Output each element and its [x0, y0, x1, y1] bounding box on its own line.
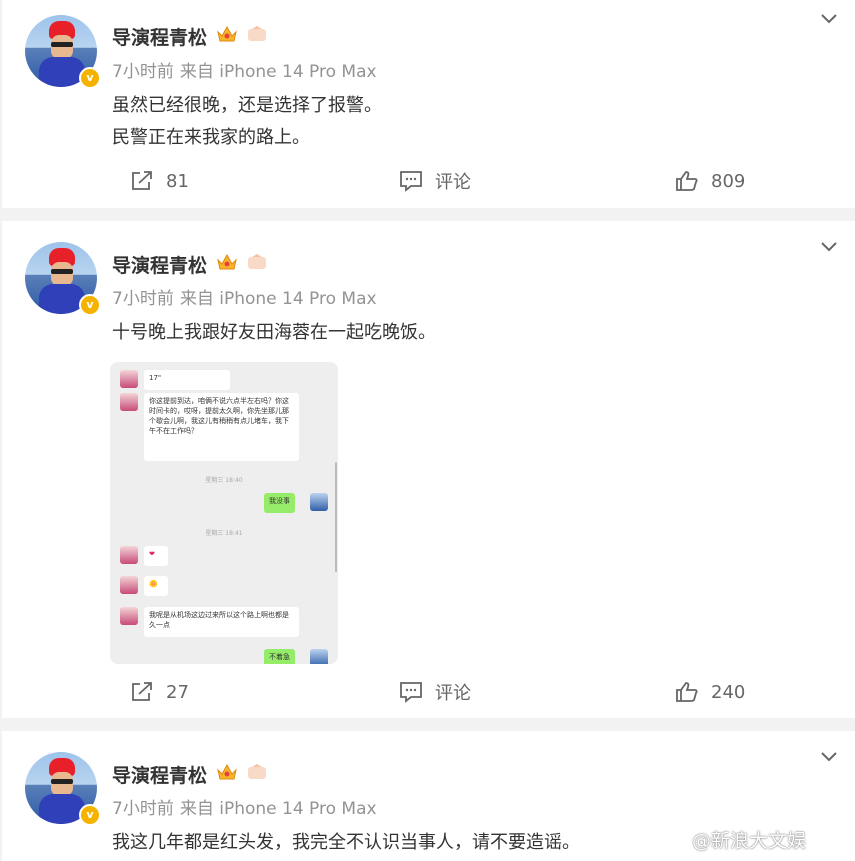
chat-reply: 我没事: [264, 493, 295, 513]
comment-icon: [400, 171, 422, 192]
post-text-line: 十号晚上我跟好友田海蓉在一起吃晚饭。: [112, 322, 436, 343]
chat-screenshot-image[interactable]: 17" 你这提前到达，咱俩不说六点半左右吗？你这时间卡的，哎呀，提前太久啊，你先…: [110, 362, 338, 664]
verified-icon: v: [79, 804, 101, 826]
post-text-line: 我这几年都是红头发，我完全不认识当事人，请不要造谣。: [112, 832, 580, 853]
like-button[interactable]: 240: [675, 677, 745, 707]
post-text-line: 民警正在来我家的路上。: [112, 127, 310, 148]
comment-label: 评论: [435, 683, 471, 704]
post-text: 十号晚上我跟好友田海蓉在一起吃晚饭。: [112, 317, 436, 349]
fan-badge-icon: [248, 764, 266, 779]
comment-button[interactable]: 评论: [399, 166, 471, 196]
repost-count: 81: [166, 170, 189, 192]
avatar[interactable]: v: [25, 15, 101, 89]
verified-icon: v: [79, 294, 101, 316]
chat-avatar: [120, 546, 138, 564]
repost-icon: [132, 682, 152, 701]
post-time[interactable]: 7小时前: [112, 289, 174, 309]
chat-avatar: [120, 393, 138, 411]
weibo-post-2: v 导演程青松 7小时前 来自 iPhone 14 Pro Max 十号晚上我跟好…: [2, 221, 855, 718]
like-icon: [676, 171, 698, 191]
flower-message: 🌼: [144, 576, 168, 596]
post-text: 虽然已经很晚，还是选择了报警。 民警正在来我家的路上。: [112, 90, 382, 154]
chevron-down-icon[interactable]: [819, 749, 839, 765]
verified-icon: v: [79, 67, 101, 89]
post-source: 来自 iPhone 14 Pro Max: [179, 289, 377, 309]
avatar[interactable]: v: [25, 242, 101, 316]
like-button[interactable]: 809: [675, 166, 745, 196]
fan-badge-icon: [248, 254, 266, 269]
like-icon: [676, 682, 698, 702]
like-count: 809: [711, 170, 746, 192]
fan-badge-icon: [248, 26, 266, 41]
crown-icon: [217, 253, 237, 270]
chevron-down-icon[interactable]: [819, 11, 839, 27]
chat-reply: 不着急: [264, 649, 295, 664]
voice-duration: 17": [149, 374, 162, 382]
repost-icon: [132, 171, 152, 190]
weibo-post-1: v 导演程青松 7小时前 来自 iPhone 14 Pro Max 虽然已经很晚，…: [2, 0, 855, 208]
post-meta: 7小时前 来自 iPhone 14 Pro Max: [112, 794, 377, 819]
chat-message: 我呢是从机场这边过来所以这个路上啊也都是久一点: [144, 607, 299, 637]
chevron-down-icon[interactable]: [819, 239, 839, 255]
post-meta: 7小时前 来自 iPhone 14 Pro Max: [112, 57, 377, 82]
post-source: 来自 iPhone 14 Pro Max: [179, 62, 377, 82]
repost-button[interactable]: 27: [130, 677, 189, 707]
chat-timestamp: 星期三 18:40: [205, 477, 243, 484]
chat-avatar: [120, 370, 138, 388]
repost-count: 27: [166, 681, 189, 703]
post-source: 来自 iPhone 14 Pro Max: [179, 799, 377, 819]
crown-icon: [217, 763, 237, 780]
chat-message: 你这提前到达，咱俩不说六点半左右吗？你这时间卡的，哎呀，提前太久啊，你先坐那儿那…: [144, 393, 299, 461]
watermark: @新浪大文娱: [692, 830, 807, 852]
like-count: 240: [711, 681, 746, 703]
post-text-line: 虽然已经很晚，还是选择了报警。: [112, 95, 382, 116]
user-name[interactable]: 导演程青松: [112, 761, 207, 788]
chat-avatar: [120, 607, 138, 625]
chat-avatar-me: [310, 493, 328, 511]
comment-button[interactable]: 评论: [399, 677, 471, 707]
chat-scrollbar: [335, 462, 337, 572]
comment-label: 评论: [435, 172, 471, 193]
post-actions: 27 评论 240: [2, 677, 855, 707]
heart-message: ❤: [144, 546, 168, 566]
voice-message: 17": [144, 370, 230, 390]
comment-icon: [400, 682, 422, 703]
crown-icon: [217, 25, 237, 42]
chat-avatar-me: [310, 649, 328, 664]
chat-avatar: [120, 576, 138, 594]
repost-button[interactable]: 81: [130, 166, 189, 196]
chat-timestamp: 星期三 18:41: [205, 530, 243, 537]
post-time[interactable]: 7小时前: [112, 799, 174, 819]
post-text: 我这几年都是红头发，我完全不认识当事人，请不要造谣。: [112, 827, 580, 859]
avatar[interactable]: v: [25, 752, 101, 826]
post-time[interactable]: 7小时前: [112, 62, 174, 82]
post-meta: 7小时前 来自 iPhone 14 Pro Max: [112, 284, 377, 309]
user-name[interactable]: 导演程青松: [112, 251, 207, 278]
post-actions: 81 评论 809: [2, 166, 855, 196]
user-name[interactable]: 导演程青松: [112, 23, 207, 50]
